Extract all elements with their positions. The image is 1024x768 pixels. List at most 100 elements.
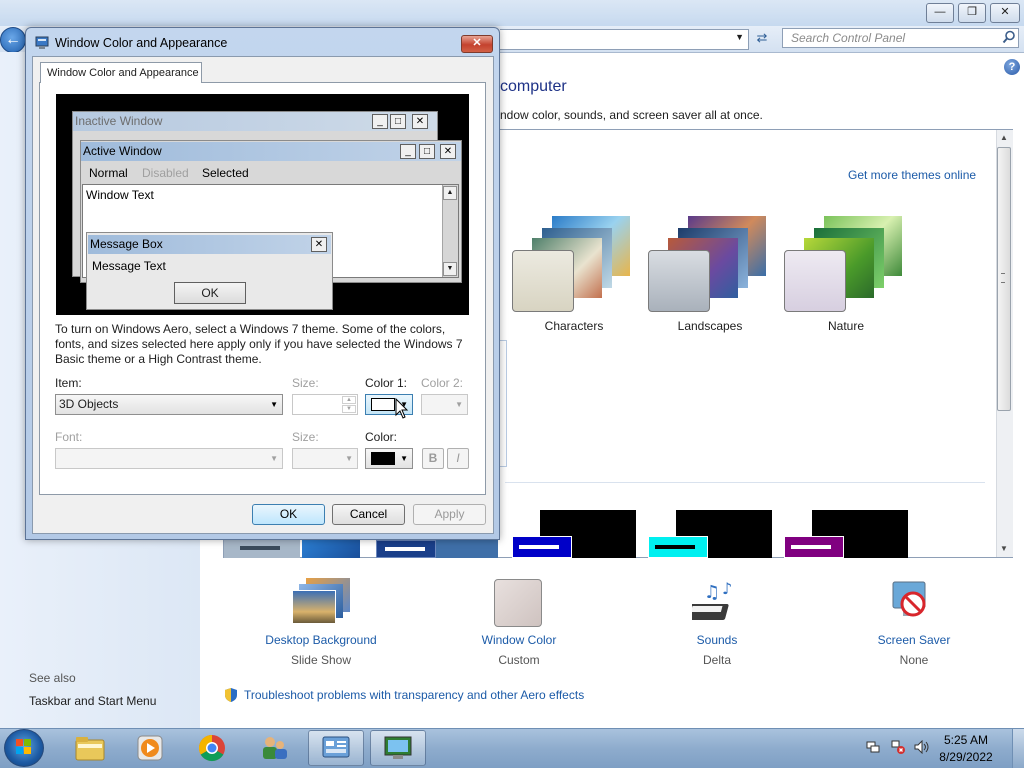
- item-select[interactable]: 3D Objects ▼: [55, 394, 283, 415]
- chevron-down-icon: ▼: [345, 454, 353, 463]
- theme-nature[interactable]: [784, 216, 902, 312]
- help-icon[interactable]: ?: [1004, 59, 1020, 75]
- dialog-close-button[interactable]: ✕: [461, 35, 493, 53]
- search-input[interactable]: Search Control Panel: [782, 28, 1019, 48]
- item-label: Item:: [55, 376, 82, 390]
- tab-window-color-appearance[interactable]: Window Color and Appearance: [40, 62, 202, 83]
- scroll-grip-icon: [1001, 273, 1005, 283]
- clock-date[interactable]: 8/29/2022: [936, 750, 996, 764]
- chevron-down-icon: ▼: [400, 454, 408, 463]
- taskbar-control-panel[interactable]: [308, 730, 364, 766]
- taskbar-display[interactable]: [370, 730, 426, 766]
- spin-up-icon: ▲: [342, 396, 356, 404]
- item-select-value: 3D Objects: [59, 397, 119, 411]
- theme-label: Landscapes: [677, 319, 743, 333]
- font-color-swatch: [371, 452, 395, 465]
- theme-group-divider: [505, 482, 985, 483]
- preview-window-text: Window Text: [86, 188, 154, 202]
- preview-menu-selected: Selected: [202, 166, 249, 180]
- users-icon: [263, 737, 287, 759]
- size-spinner: ▲ ▼: [292, 394, 358, 415]
- color1-swatch: [371, 398, 395, 411]
- font-color-picker[interactable]: ▼: [365, 448, 413, 469]
- font-select: ▼: [55, 448, 283, 469]
- taskbar-explorer[interactable]: [62, 730, 118, 766]
- see-also-heading: See also: [29, 671, 76, 685]
- theme-high-contrast-1[interactable]: [376, 540, 436, 558]
- theme-preview-window: [648, 536, 708, 558]
- windows-logo-icon: [16, 739, 31, 754]
- back-button[interactable]: ←: [0, 27, 26, 53]
- desktop-background-link[interactable]: Desktop Background: [246, 633, 396, 647]
- screen-saver-link[interactable]: Screen Saver: [839, 633, 989, 647]
- theme-windows-classic[interactable]: [302, 540, 360, 558]
- color2-label: Color 2:: [421, 376, 464, 390]
- display-icon: [384, 736, 412, 759]
- size-label: Size:: [292, 376, 319, 390]
- taskbar-users[interactable]: [246, 730, 302, 766]
- control-panel-titlebar: [0, 0, 1024, 26]
- italic-button: I: [447, 448, 469, 469]
- desktop-background-icon: [292, 578, 350, 624]
- troubleshoot-link[interactable]: Troubleshoot problems with transparency …: [244, 688, 584, 702]
- sounds-link[interactable]: Sounds: [642, 633, 792, 647]
- close-icon: ✕: [440, 144, 456, 159]
- theme-windows7-basic[interactable]: [224, 540, 300, 558]
- theme-characters[interactable]: [512, 216, 630, 312]
- spin-down-icon: ▼: [342, 405, 356, 413]
- theme-preview-window: [784, 536, 844, 558]
- font-size-label: Size:: [292, 430, 319, 444]
- start-button[interactable]: [4, 729, 44, 767]
- theme-high-contrast-2[interactable]: [436, 540, 498, 558]
- window-color-value: Custom: [498, 653, 540, 667]
- chrome-icon: [198, 734, 225, 762]
- get-more-themes-link[interactable]: Get more themes online: [848, 168, 976, 182]
- taskbar-chrome[interactable]: [184, 730, 240, 766]
- display-properties-icon: [35, 36, 49, 49]
- taskbar-start-menu-link[interactable]: Taskbar and Start Menu: [29, 694, 156, 708]
- refresh-icon[interactable]: ⇄: [752, 30, 772, 48]
- volume-icon[interactable]: [914, 739, 930, 755]
- shield-icon: [225, 688, 237, 702]
- maximize-icon: □: [390, 114, 406, 129]
- address-dropdown-icon[interactable]: ▼: [735, 32, 744, 42]
- selection-outline: [500, 340, 507, 467]
- sounds-icon: ♫ ♪: [692, 579, 732, 620]
- page-subtitle: ndow color, sounds, and screen saver all…: [500, 108, 763, 122]
- svg-text:♫: ♫: [704, 582, 720, 603]
- theme-landscapes[interactable]: [648, 216, 766, 312]
- address-box[interactable]: ▼: [500, 29, 749, 50]
- bold-button: B: [422, 448, 444, 469]
- cancel-button[interactable]: Cancel: [332, 504, 405, 525]
- screen-saver-value: None: [899, 653, 929, 667]
- chevron-down-icon: ▼: [455, 400, 463, 409]
- scroll-down-icon[interactable]: ▼: [996, 541, 1012, 557]
- font-size-select: ▼: [292, 448, 358, 469]
- action-center-icon[interactable]: [890, 740, 906, 754]
- theme-label: Characters: [544, 319, 604, 333]
- ok-button[interactable]: OK: [252, 504, 325, 525]
- font-color-label: Color:: [365, 430, 398, 444]
- close-icon: ✕: [311, 237, 327, 252]
- font-label: Font:: [55, 430, 83, 444]
- window-color-link[interactable]: Window Color: [444, 633, 594, 647]
- taskbar-media-player[interactable]: [122, 730, 178, 766]
- chevron-down-icon: ▼: [270, 400, 278, 409]
- preview-menu-normal: Normal: [89, 166, 128, 180]
- restore-button[interactable]: ❐: [958, 3, 986, 23]
- sounds-value: Delta: [702, 653, 731, 667]
- preview-message-text: Message Text: [92, 259, 166, 273]
- network-icon[interactable]: [866, 740, 880, 754]
- search-icon[interactable]: [1002, 30, 1016, 44]
- scroll-up-icon[interactable]: ▲: [996, 130, 1012, 146]
- minimize-icon: _: [400, 144, 416, 159]
- minimize-button[interactable]: —: [926, 3, 954, 23]
- close-button[interactable]: ✕: [990, 3, 1020, 23]
- color2-picker: ▼: [421, 394, 468, 415]
- media-player-icon: [137, 735, 163, 761]
- show-desktop-button[interactable]: [1012, 729, 1024, 768]
- clock-time[interactable]: 5:25 AM: [936, 733, 996, 747]
- control-panel-icon: [322, 736, 350, 758]
- chevron-down-icon: ▼: [270, 454, 278, 463]
- maximize-icon: □: [419, 144, 435, 159]
